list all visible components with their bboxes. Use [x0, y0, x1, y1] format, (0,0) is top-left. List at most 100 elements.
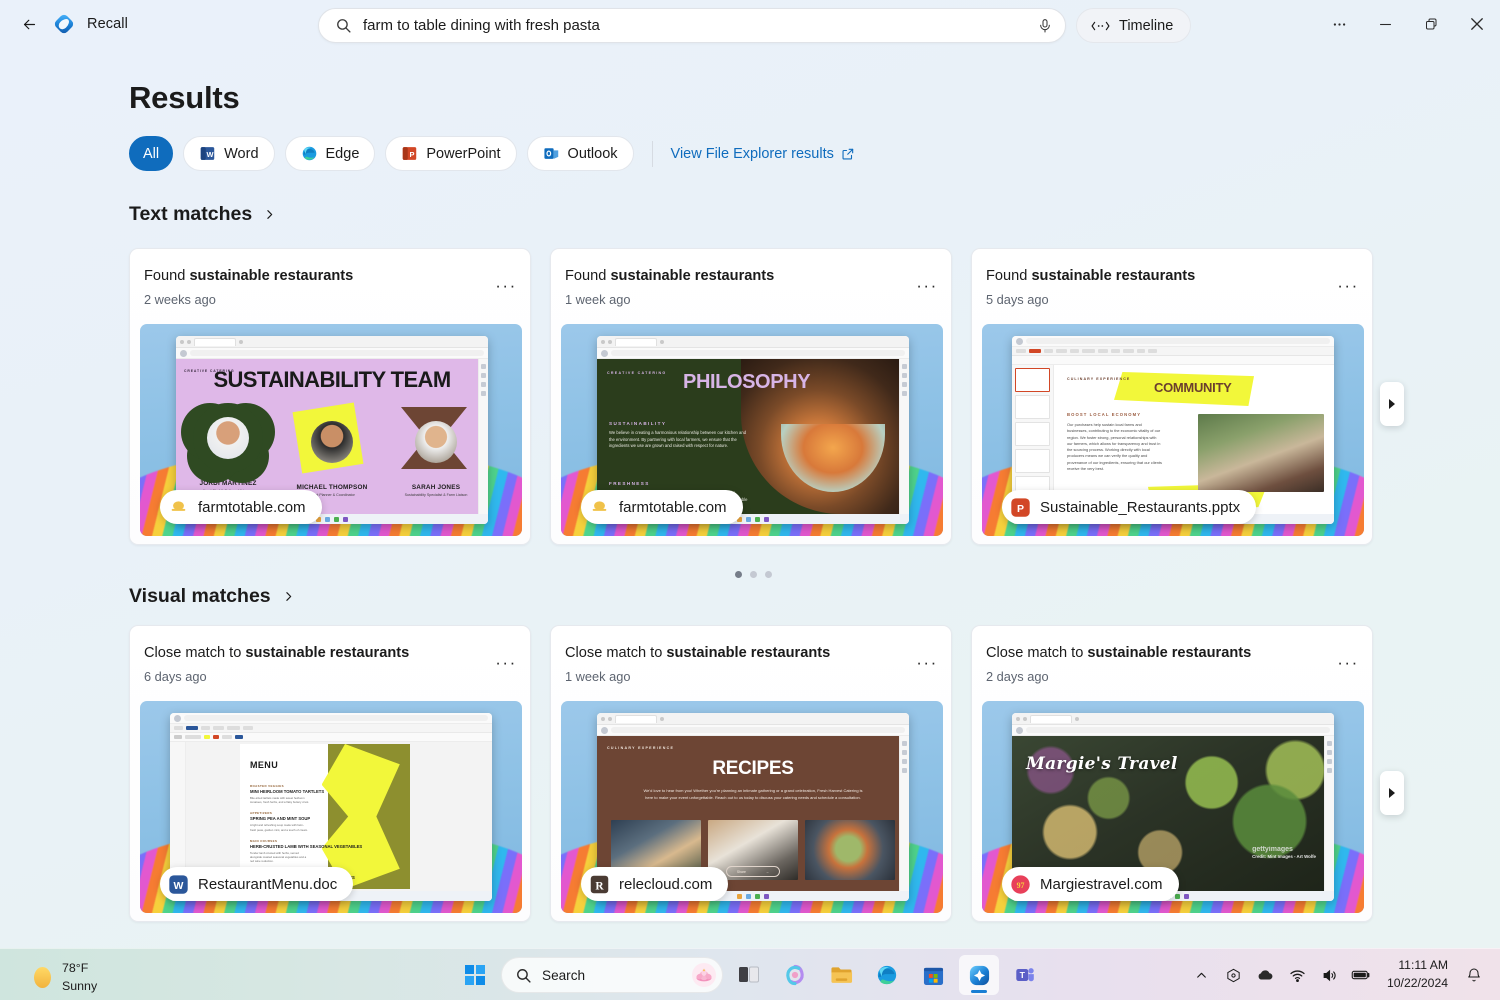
result-card[interactable]: Close match to sustainable restaurants 1… — [550, 625, 952, 922]
card-thumbnail[interactable]: CREATIVE CATERING SUSTAINABILITY TEAM JO… — [140, 324, 522, 536]
timeline-button[interactable]: Timeline — [1076, 8, 1192, 43]
filter-pill-word[interactable]: W Word — [183, 136, 275, 171]
filter-pill-edge[interactable]: Edge — [284, 136, 376, 171]
word-ribbon — [170, 724, 492, 733]
card-more-button[interactable]: ··· — [1334, 275, 1362, 297]
filter-pill-powerpoint[interactable]: P PowerPoint — [385, 136, 517, 171]
more-options-button[interactable] — [1316, 4, 1362, 44]
close-button[interactable] — [1454, 4, 1500, 44]
scroll-next-text-matches[interactable] — [1380, 382, 1404, 426]
card-more-button[interactable]: ··· — [913, 275, 941, 297]
source-badge[interactable]: farmtotable.com — [581, 490, 743, 524]
result-card[interactable]: Close match to sustainable restaurants 6… — [129, 625, 531, 922]
taskbar-app-file-explorer[interactable] — [821, 955, 861, 995]
card-title: Close match to sustainable restaurants — [144, 645, 410, 661]
taskbar-clock[interactable]: 11:11 AM 10/22/2024 — [1379, 957, 1456, 992]
slide-thumb[interactable] — [1015, 368, 1050, 392]
chevron-right-icon — [285, 592, 291, 601]
volume-icon — [1323, 969, 1336, 981]
card-more-button[interactable]: ··· — [1334, 652, 1362, 674]
onedrive-sync-button[interactable] — [1219, 958, 1247, 992]
show-hidden-icons-button[interactable] — [1187, 958, 1215, 992]
card-timestamp: 1 week ago — [565, 669, 631, 684]
card-thumbnail[interactable]: CREATIVE CATERING PHILOSOPHY SUSTAINABIL… — [561, 324, 943, 536]
card-thumbnail[interactable]: CULINARY EXPERIENCE COMMUNITY BOOST LOCA… — [982, 324, 1364, 536]
card-thumbnail[interactable]: MENU ROASTED VEGGIES MINI HEIRLOOM TOMAT… — [140, 701, 522, 913]
card-more-button[interactable]: ··· — [492, 652, 520, 674]
search-bar[interactable] — [318, 8, 1066, 43]
wifi-button[interactable] — [1283, 958, 1311, 992]
ellipsis-icon — [1333, 22, 1345, 26]
view-file-explorer-results-link[interactable]: View File Explorer results — [671, 146, 855, 162]
browser-tabstrip — [597, 336, 909, 348]
card-title: Close match to sustainable restaurants — [565, 645, 831, 661]
card-row-visual-matches: Close match to sustainable restaurants 6… — [129, 625, 1373, 922]
section-header-visual-matches[interactable]: Visual matches — [129, 585, 295, 608]
restore-button[interactable] — [1408, 4, 1454, 44]
taskbar-search[interactable]: Search — [501, 957, 723, 993]
filter-pill-outlook[interactable]: Outlook — [526, 136, 634, 171]
carousel-dot[interactable] — [750, 571, 757, 578]
source-badge-label: farmtotable.com — [619, 498, 727, 516]
share-button[interactable]: Share → — [726, 866, 780, 877]
taskbar-app-microsoft-store[interactable] — [913, 955, 953, 995]
filter-bar: All W Word Edge P PowerPoint Outlook Vie… — [129, 136, 855, 171]
filter-pill-all[interactable]: All — [129, 136, 174, 171]
menu-title: MENU — [250, 760, 279, 770]
voice-search-button[interactable] — [1028, 9, 1062, 43]
card-more-button[interactable]: ··· — [913, 652, 941, 674]
source-badge[interactable]: 97 Margiestravel.com — [1002, 867, 1179, 901]
taskbar-app-teams[interactable]: T — [1005, 955, 1045, 995]
minimize-button[interactable] — [1362, 4, 1408, 44]
taskbar-center-group: Search T — [455, 955, 1045, 995]
restore-icon — [1426, 18, 1437, 30]
slide-thumb[interactable] — [1015, 449, 1050, 473]
app-title: Recall — [87, 16, 128, 32]
browser-address-bar — [597, 348, 909, 359]
next-arrow-icon — [1389, 399, 1395, 409]
card-thumbnail[interactable]: Margie's Travel gettyimages Credit: Mint… — [982, 701, 1364, 913]
weather-widget[interactable]: 78°F Sunny — [26, 957, 105, 998]
block-body: We believe in creating a harmonious rela… — [609, 430, 747, 448]
result-card[interactable]: Found sustainable restaurants 1 week ago… — [550, 248, 952, 545]
taskbar-app-copilot[interactable] — [775, 955, 815, 995]
taskbar-app-edge[interactable] — [867, 955, 907, 995]
source-badge[interactable]: W RestaurantMenu.doc — [160, 867, 354, 901]
image-credit: gettyimages Credit: Mint Images - Art Wo… — [1252, 846, 1316, 859]
menu-item: APPETIZERS SPRING PEA AND MINT SOUP A li… — [250, 811, 311, 832]
scroll-next-visual-matches[interactable] — [1380, 771, 1404, 815]
cloud-icon — [1258, 970, 1273, 980]
card-title: Found sustainable restaurants — [144, 268, 354, 284]
source-badge[interactable]: R relecloud.com — [581, 867, 729, 901]
taskbar-app-task-view[interactable] — [729, 955, 769, 995]
start-button[interactable] — [455, 955, 495, 995]
carousel-dot[interactable] — [765, 571, 772, 578]
result-card[interactable]: Found sustainable restaurants 2 weeks ag… — [129, 248, 531, 545]
card-more-button[interactable]: ··· — [492, 275, 520, 297]
source-badge[interactable]: farmtotable.com — [160, 490, 322, 524]
notifications-button[interactable] — [1460, 958, 1488, 992]
slide-thumb[interactable] — [1015, 422, 1050, 446]
battery-button[interactable] — [1347, 958, 1375, 992]
result-card[interactable]: Close match to sustainable restaurants 2… — [971, 625, 1373, 922]
source-badge-label: RestaurantMenu.doc — [198, 875, 338, 893]
card-thumbnail[interactable]: CULINARY EXPERIENCE RECIPES We'd love to… — [561, 701, 943, 913]
section-header-text-matches[interactable]: Text matches — [129, 203, 276, 226]
carousel-dot[interactable] — [735, 571, 742, 578]
filter-label-word: Word — [224, 145, 259, 162]
getty-watermark: gettyimages — [1252, 846, 1293, 853]
block-heading: SUSTAINABILITY — [609, 421, 667, 426]
volume-button[interactable] — [1315, 958, 1343, 992]
slide-thumb[interactable] — [1015, 395, 1050, 419]
source-badge[interactable]: P Sustainable_Restaurants.pptx — [1002, 490, 1257, 524]
result-card[interactable]: Found sustainable restaurants 5 days ago… — [971, 248, 1373, 545]
carousel-dots-text-matches[interactable] — [735, 571, 772, 578]
browser-tabstrip — [1012, 713, 1334, 725]
search-input[interactable] — [363, 17, 1028, 34]
browser-sidebar — [478, 359, 488, 514]
cloud-status-button[interactable] — [1251, 958, 1279, 992]
taskbar-app-recall[interactable] — [959, 955, 999, 995]
card-row-text-matches: Found sustainable restaurants 2 weeks ag… — [129, 248, 1373, 545]
back-button[interactable] — [12, 8, 46, 40]
task-view-icon — [739, 966, 759, 983]
